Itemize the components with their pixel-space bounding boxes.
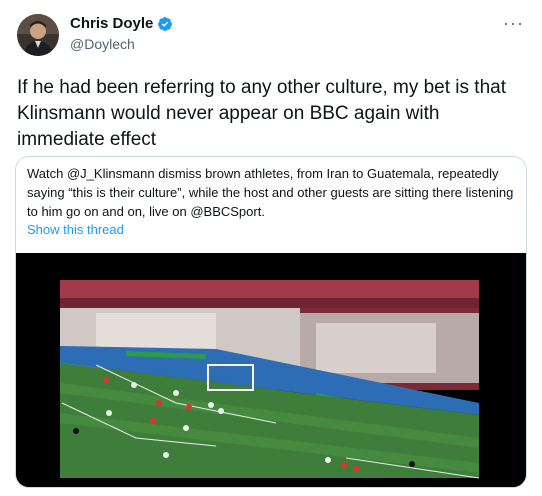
avatar[interactable] xyxy=(17,14,59,56)
video-frame xyxy=(16,253,526,487)
tweet-card[interactable]: Chris Doyle @Doylech ··· If he had been … xyxy=(0,0,542,496)
tweet-text: If he had been referring to any other cu… xyxy=(17,77,506,150)
video-player[interactable] xyxy=(16,253,526,487)
author-name[interactable]: Chris Doyle xyxy=(70,15,153,33)
quoted-tweet-text: Watch @J_Klinsmann dismiss brown athlete… xyxy=(27,166,514,219)
show-thread-link[interactable]: Show this thread xyxy=(27,222,124,237)
avatar-image xyxy=(17,14,59,56)
verified-badge-icon xyxy=(157,16,173,32)
more-options-icon[interactable]: ··· xyxy=(503,13,524,34)
author-handle[interactable]: @Doylech xyxy=(70,36,135,52)
quoted-tweet[interactable]: Watch @J_Klinsmann dismiss brown athlete… xyxy=(15,156,527,488)
